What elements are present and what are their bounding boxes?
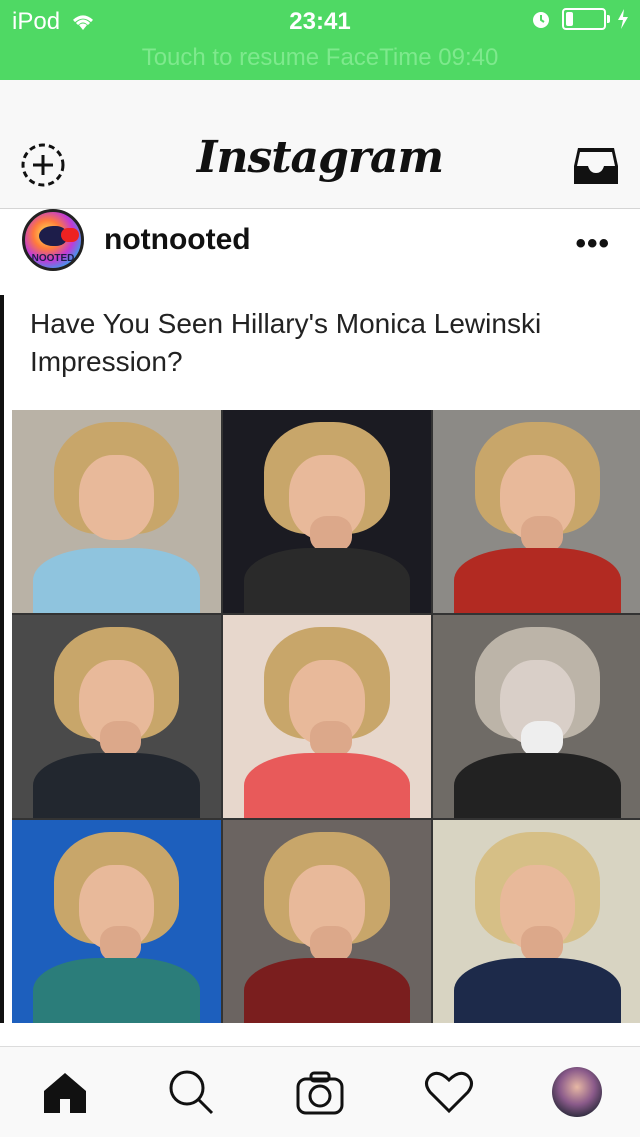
status-right	[530, 8, 630, 30]
charging-icon	[618, 9, 628, 29]
battery-icon	[562, 8, 610, 30]
alarm-icon	[533, 12, 549, 28]
search-icon[interactable]	[166, 1067, 216, 1117]
image-caption-text: Have You Seen Hillary's Monica Lewinski …	[30, 308, 542, 377]
bottom-tab-bar	[0, 1046, 640, 1137]
heart-icon[interactable]	[424, 1067, 474, 1117]
user-avatar[interactable]: NOOTED	[22, 209, 84, 271]
post-header: NOOTED notnooted •••	[0, 209, 640, 296]
grid-photo	[433, 615, 640, 818]
profile-avatar[interactable]	[552, 1067, 602, 1117]
avatar-beak	[61, 228, 79, 242]
grid-photo	[222, 410, 432, 613]
grid-photo	[433, 410, 640, 613]
status-bar: iPod 23:41 Touch to resume FaceTime 09:4…	[0, 0, 640, 80]
battery-fill	[566, 12, 574, 26]
home-icon[interactable]	[40, 1067, 90, 1117]
inbox-icon[interactable]	[572, 146, 620, 186]
instagram-logo: Instagram	[196, 132, 444, 183]
grid-photo	[12, 615, 221, 818]
camera-icon[interactable]	[295, 1067, 345, 1117]
post-image[interactable]: Have You Seen Hillary's Monica Lewinski …	[0, 295, 640, 1023]
grid-photo	[12, 820, 221, 1023]
avatar-text: NOOTED	[31, 253, 75, 264]
more-options-button[interactable]: •••	[575, 227, 610, 261]
facetime-resume-banner[interactable]: Touch to resume FaceTime 09:40	[0, 44, 640, 72]
post-username[interactable]: notnooted	[104, 223, 251, 257]
grid-photo	[433, 820, 640, 1023]
grid-photo	[12, 410, 221, 613]
grid-photo	[222, 820, 432, 1023]
instagram-header: Instagram	[0, 80, 640, 209]
photo-grid	[12, 410, 640, 1023]
grid-photo	[222, 615, 432, 818]
